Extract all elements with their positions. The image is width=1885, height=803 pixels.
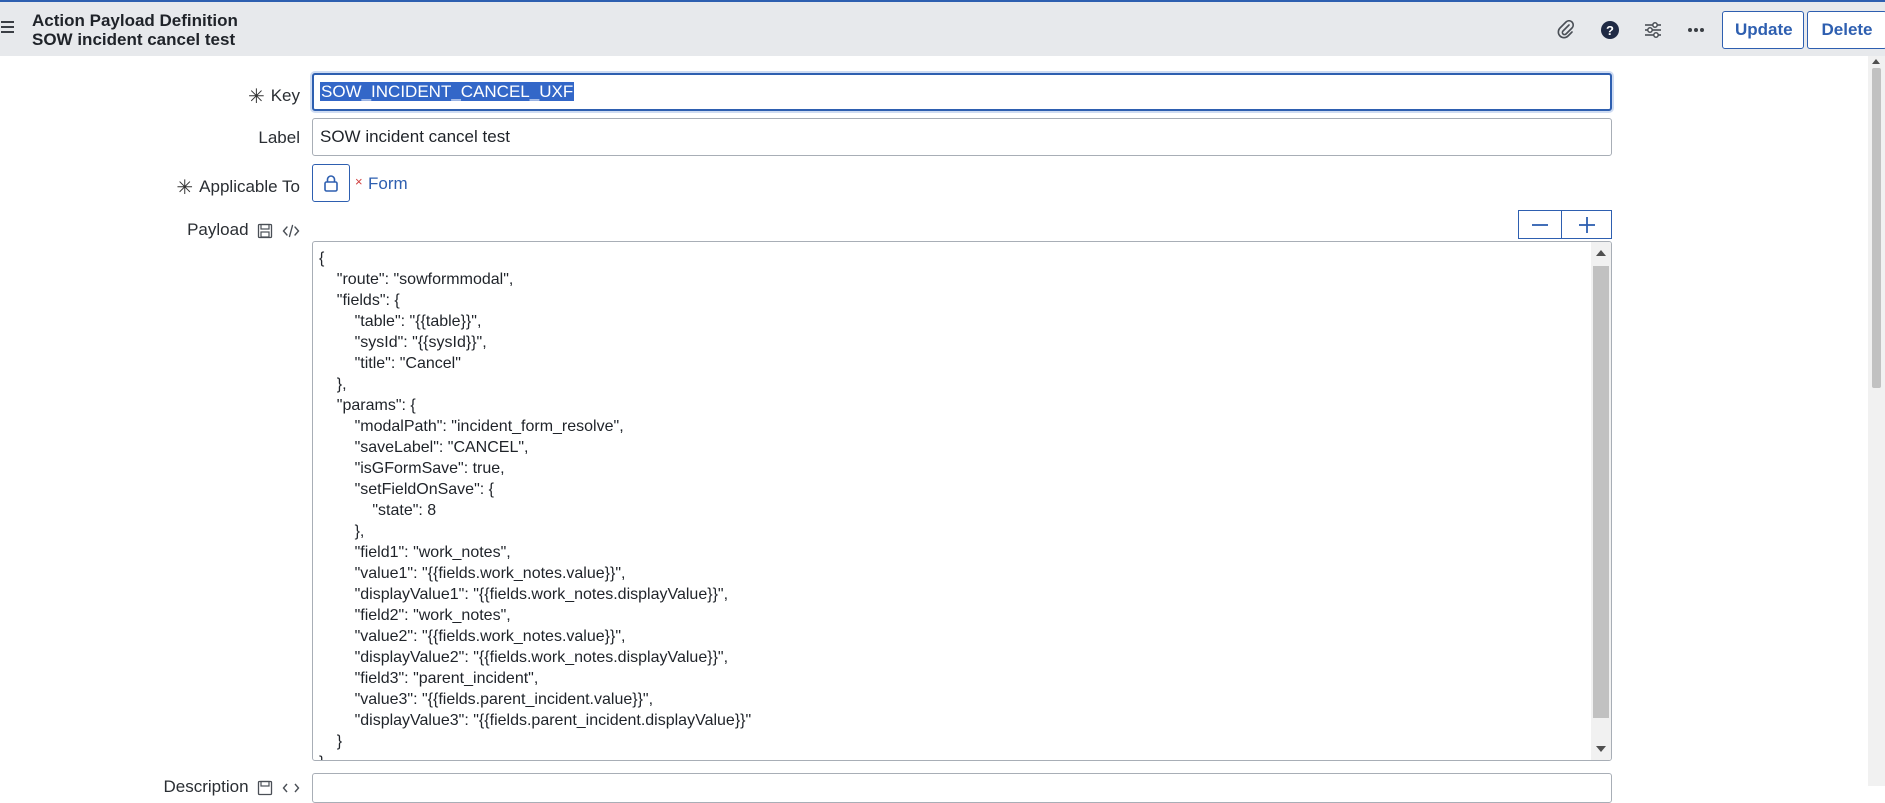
save-icon[interactable] — [257, 780, 273, 796]
save-icon[interactable] — [257, 223, 273, 239]
expand-button[interactable] — [1561, 210, 1612, 239]
update-button[interactable]: Update — [1722, 11, 1804, 49]
required-indicator: ✳ — [176, 177, 194, 199]
scrollbar-thumb[interactable] — [1593, 266, 1609, 718]
plus-icon — [1578, 216, 1595, 233]
key-label: ✳ Key — [247, 86, 300, 108]
key-input-value: SOW_INCIDENT_CANCEL_UXF — [320, 82, 575, 101]
paperclip-icon[interactable] — [1554, 18, 1578, 42]
applicable-to-link[interactable]: Form — [368, 174, 408, 194]
description-input[interactable] — [312, 773, 1612, 803]
minus-icon — [1532, 223, 1548, 226]
label-field-label: Label — [258, 128, 300, 147]
delete-button[interactable]: Delete — [1807, 11, 1885, 49]
record-name-title: SOW incident cancel test — [32, 30, 236, 49]
remove-reference-icon[interactable]: × — [355, 174, 363, 189]
payload-code-text: { "route": "sowformmodal", "fields": { "… — [319, 250, 752, 760]
code-icon[interactable] — [282, 224, 300, 238]
more-icon[interactable] — [1684, 18, 1708, 42]
applicable-to-label: ✳ Applicable To — [176, 177, 300, 199]
description-label: Description — [163, 777, 300, 797]
page-scroll-up-icon[interactable] — [1872, 59, 1880, 64]
form-header: Action Payload Definition SOW incident c… — [0, 2, 1885, 56]
collapse-button[interactable] — [1518, 210, 1562, 239]
code-icon[interactable] — [282, 781, 300, 795]
page-scrollbar-thumb[interactable] — [1872, 68, 1881, 388]
record-type-title: Action Payload Definition — [32, 11, 238, 30]
lock-icon — [324, 175, 338, 192]
key-input[interactable]: SOW_INCIDENT_CANCEL_UXF — [312, 73, 1612, 111]
help-icon[interactable]: ? — [1598, 18, 1622, 42]
label-input[interactable]: SOW incident cancel test — [312, 118, 1612, 156]
scroll-down-icon[interactable] — [1596, 746, 1606, 752]
payload-code-editor[interactable]: { "route": "sowformmodal", "fields": { "… — [312, 241, 1612, 761]
svg-text:?: ? — [1606, 23, 1614, 38]
settings-sliders-icon[interactable] — [1641, 18, 1665, 42]
menu-icon[interactable] — [1, 21, 14, 33]
scroll-up-icon[interactable] — [1596, 250, 1606, 256]
lock-button[interactable] — [312, 164, 350, 202]
payload-label: Payload — [187, 220, 300, 240]
label-input-value: SOW incident cancel test — [320, 127, 510, 146]
page-scrollbar[interactable] — [1868, 56, 1885, 786]
required-indicator: ✳ — [247, 86, 265, 108]
editor-scrollbar[interactable] — [1591, 242, 1611, 760]
